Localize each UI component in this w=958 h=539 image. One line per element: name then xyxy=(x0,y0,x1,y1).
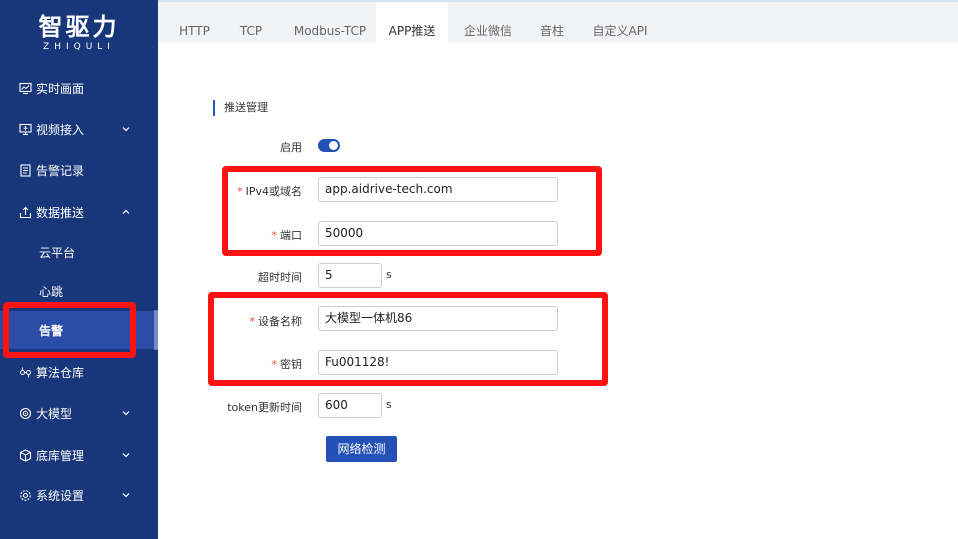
sidebar-item-large-model[interactable]: 大模型 xyxy=(0,395,158,431)
highlight-box-host-port xyxy=(222,166,602,256)
tab-http[interactable]: HTTP xyxy=(172,2,217,43)
document-icon xyxy=(18,163,32,177)
token-refresh-unit: s xyxy=(386,398,392,411)
sidebar-subitem-cloud-platform[interactable]: 云平台 xyxy=(0,234,158,270)
token-refresh-label: token更新时间 xyxy=(227,401,302,414)
timeout-input[interactable]: 5 xyxy=(318,263,382,288)
highlight-box-alarm-menu xyxy=(3,302,136,358)
chevron-down-icon xyxy=(122,127,130,132)
sidebar-item-label: 告警记录 xyxy=(36,163,85,178)
chevron-down-icon xyxy=(122,411,130,416)
monitor-chart-icon xyxy=(18,81,32,95)
enable-toggle[interactable] xyxy=(318,139,340,152)
chevron-up-icon xyxy=(122,209,130,214)
tab-wecom[interactable]: 企业微信 xyxy=(457,2,519,43)
model-icon xyxy=(18,406,32,420)
highlight-box-device-secret xyxy=(208,292,608,386)
tab-modbus-tcp[interactable]: Modbus-TCP xyxy=(286,2,374,43)
sidebar-item-label: 大模型 xyxy=(36,406,73,421)
protocol-tabs: HTTP TCP Modbus-TCP APP推送 企业微信 音柱 自定义API xyxy=(158,0,958,43)
sidebar-subitem-label: 心跳 xyxy=(39,284,64,299)
sidebar-item-label: 视频接入 xyxy=(36,122,85,137)
sidebar-item-label: 系统设置 xyxy=(36,488,85,503)
sidebar-item-alarm-records[interactable]: 告警记录 xyxy=(0,152,158,188)
brand-subtitle: ZHIQULI xyxy=(43,42,115,52)
sidebar-item-label: 实时画面 xyxy=(36,81,85,96)
sidebar: 智驱力 ZHIQULI 实时画面 视频接入 告警记录 数据推送 云平台 心跳 告… xyxy=(0,0,158,539)
sidebar-item-system-settings[interactable]: 系统设置 xyxy=(0,477,158,513)
chevron-down-icon xyxy=(122,493,130,498)
sidebar-item-label: 底库管理 xyxy=(36,448,85,463)
brand-logo: 智驱力 ZHIQULI xyxy=(0,14,158,53)
algorithm-icon xyxy=(18,365,32,379)
video-input-icon xyxy=(18,122,32,136)
token-refresh-input[interactable]: 600 xyxy=(318,393,382,418)
gear-icon xyxy=(18,488,32,502)
tab-app-push[interactable]: APP推送 xyxy=(376,2,448,43)
section-title: 推送管理 xyxy=(213,100,268,116)
cube-icon xyxy=(18,448,32,462)
app-root: 智驱力 ZHIQULI 实时画面 视频接入 告警记录 数据推送 云平台 心跳 告… xyxy=(0,0,958,539)
sidebar-item-algorithm-store[interactable]: 算法仓库 xyxy=(0,354,158,390)
toggle-knob xyxy=(329,141,338,150)
tab-tcp[interactable]: TCP xyxy=(232,2,270,43)
timeout-label: 超时时间 xyxy=(258,271,302,284)
sidebar-subitem-label: 云平台 xyxy=(39,245,76,260)
enable-label: 启用 xyxy=(280,141,302,154)
chevron-down-icon xyxy=(122,453,130,458)
sidebar-item-realtime[interactable]: 实时画面 xyxy=(0,70,158,106)
sidebar-scrollbar[interactable] xyxy=(154,310,158,350)
sidebar-item-video-input[interactable]: 视频接入 xyxy=(0,111,158,147)
upload-icon xyxy=(18,205,32,219)
sidebar-item-base-library[interactable]: 底库管理 xyxy=(0,437,158,473)
sidebar-item-data-push[interactable]: 数据推送 xyxy=(0,194,158,230)
brand-name: 智驱力 xyxy=(38,13,120,41)
tab-speaker[interactable]: 音柱 xyxy=(530,2,574,43)
timeout-unit: s xyxy=(386,268,392,281)
network-test-button[interactable]: 网络检测 xyxy=(326,436,397,462)
sidebar-item-label: 算法仓库 xyxy=(36,365,85,380)
tab-custom-api[interactable]: 自定义API xyxy=(586,2,654,43)
sidebar-item-label: 数据推送 xyxy=(36,205,85,220)
